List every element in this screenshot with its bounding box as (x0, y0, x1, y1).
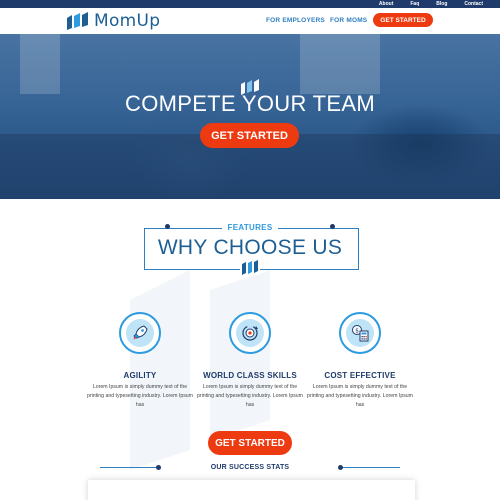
feature-description: Lorem Ipsum is simply dummy text of the … (86, 384, 193, 408)
nav-link-for-moms[interactable]: FOR MOMS (330, 17, 367, 24)
utility-link-blog[interactable]: Blog (436, 1, 447, 7)
nav-get-started-button[interactable]: GET STARTED (373, 13, 433, 27)
stats-title: OUR SUCCESS STATS (0, 464, 500, 471)
features-logo-mark-icon (240, 260, 260, 275)
stats-card (88, 480, 415, 500)
hero-section: COMPETE YOUR TEAM GET STARTED (0, 34, 500, 199)
hero-bg-window (20, 34, 60, 94)
main-nav: MomUp FOR EMPLOYERS FOR MOMS GET STARTED (0, 8, 500, 34)
logo[interactable]: MomUp (66, 11, 160, 31)
feature-item-agility: AGILITY Lorem Ipsum is simply dummy text… (85, 312, 195, 410)
feature-item-world-class-skills: WORLD CLASS SKILLS Lorem Ipsum is simply… (195, 312, 305, 410)
cycle-target-icon (229, 312, 271, 354)
calculator-dollar-icon: $ (339, 312, 381, 354)
rocket-icon (119, 312, 161, 354)
logo-mark-icon (67, 12, 88, 30)
logo-text: MomUp (94, 11, 161, 31)
features-title: WHY CHOOSE US (157, 236, 343, 259)
utility-link-contact[interactable]: Contact (464, 1, 483, 7)
utility-link-about[interactable]: About (379, 1, 393, 7)
nav-link-for-employers[interactable]: FOR EMPLOYERS (266, 17, 325, 24)
feature-title: COST EFFECTIVE (324, 371, 396, 380)
features-get-started-button[interactable]: GET STARTED (208, 431, 292, 455)
feature-title: AGILITY (123, 371, 157, 380)
hero-get-started-button[interactable]: GET STARTED (200, 123, 299, 148)
utility-link-faq[interactable]: Faq (410, 1, 419, 7)
feature-title: WORLD CLASS SKILLS (203, 371, 297, 380)
feature-description: Lorem Ipsum is simply dummy text of the … (306, 384, 413, 408)
feature-description: Lorem Ipsum is simply dummy text of the … (196, 384, 303, 408)
svg-text:$: $ (355, 327, 359, 334)
features-eyebrow: FEATURES (0, 223, 500, 232)
hero-title: COMPETE YOUR TEAM (125, 91, 375, 116)
page: About Faq Blog Contact MomUp FOR EMPLOYE… (0, 0, 500, 500)
utility-bar: About Faq Blog Contact (0, 0, 500, 8)
feature-item-cost-effective: $ COST EFFECTIVE Lorem Ipsum is simply d… (305, 312, 415, 410)
hero-bg-window (300, 34, 380, 94)
